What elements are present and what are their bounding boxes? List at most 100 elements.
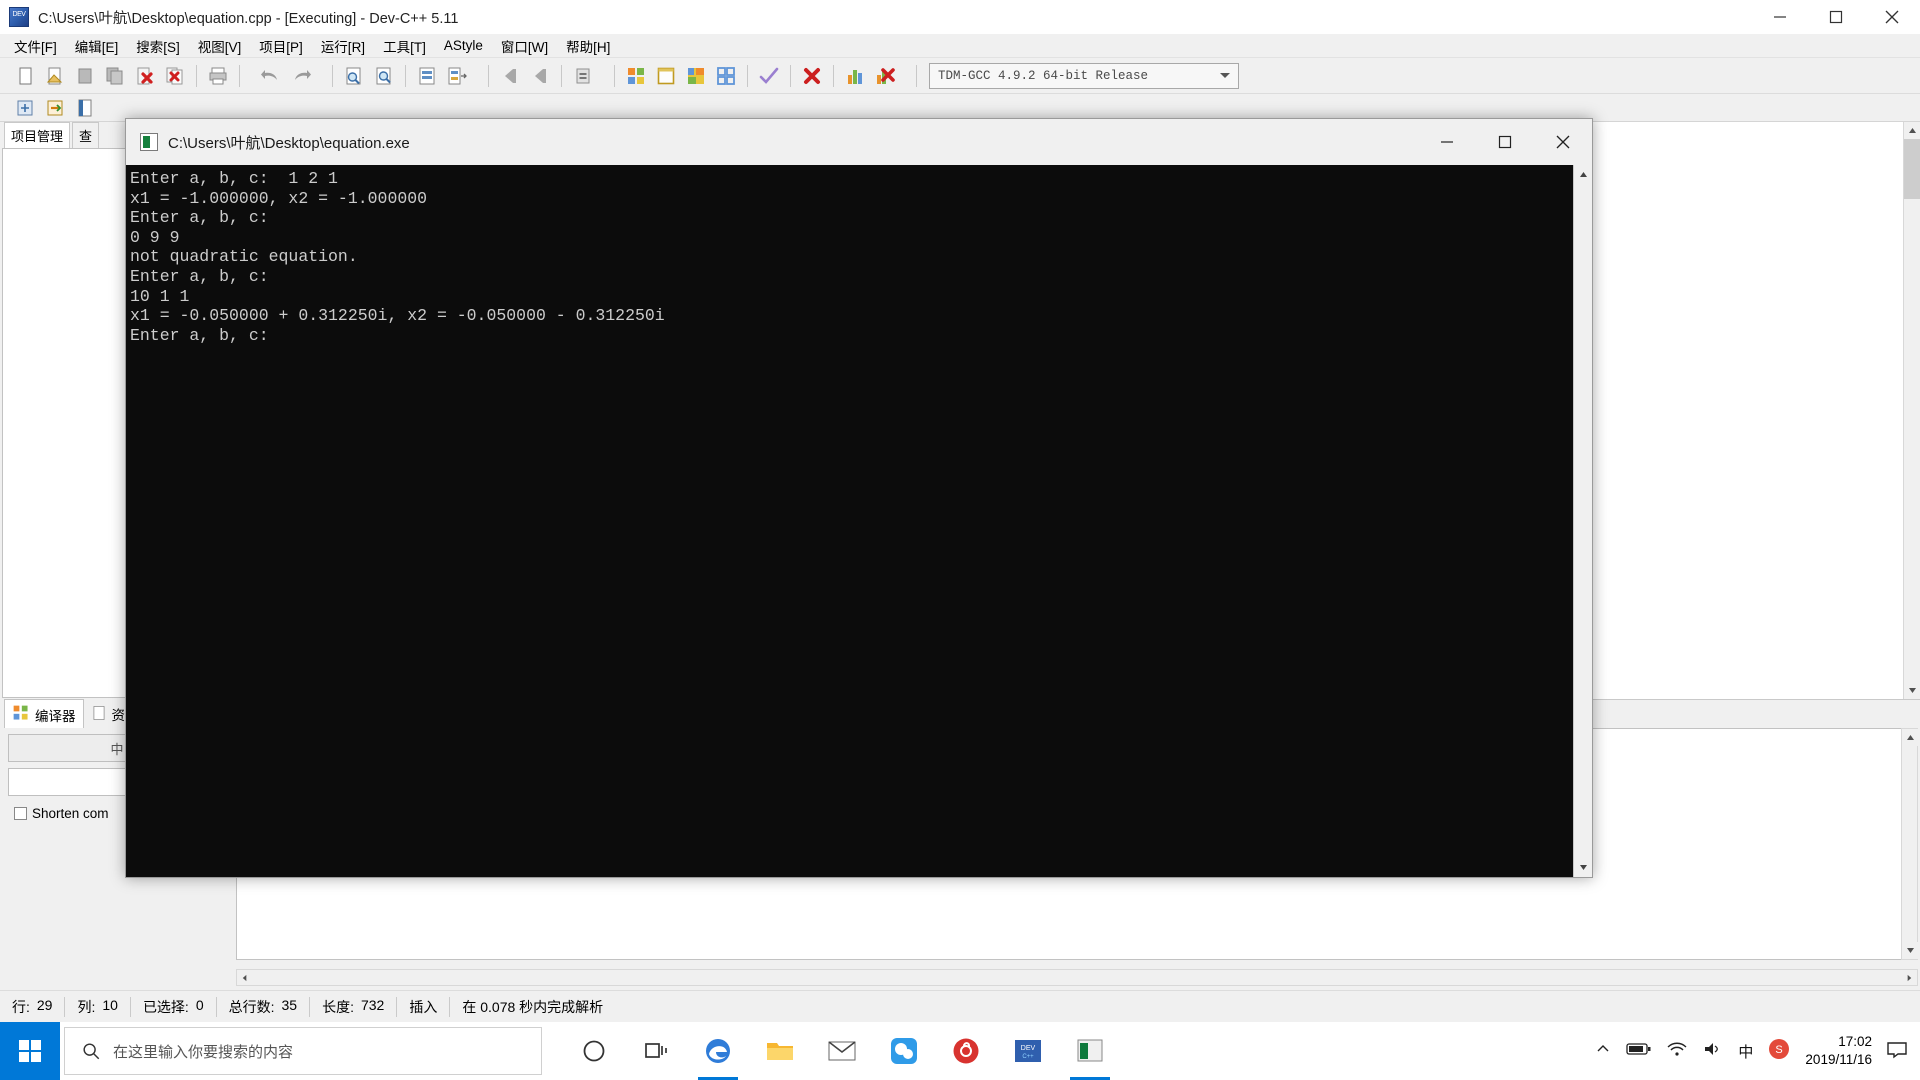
rebuild-all-icon[interactable] [712, 62, 740, 90]
scroll-left-arrow-icon[interactable] [237, 974, 253, 982]
find-next-icon[interactable] [370, 62, 398, 90]
tray-ime-indicator[interactable]: 中 [1738, 1041, 1753, 1062]
project-options-icon[interactable] [71, 94, 99, 122]
back-icon[interactable] [496, 62, 524, 90]
cortana-icon[interactable] [568, 1022, 620, 1080]
edge-icon[interactable] [692, 1022, 744, 1080]
scroll-up-arrow-icon[interactable] [1904, 122, 1920, 139]
report-vertical-scrollbar[interactable] [1901, 728, 1919, 960]
report-horizontal-scrollbar[interactable] [236, 969, 1918, 986]
compile-icon[interactable] [622, 62, 650, 90]
menu-file[interactable]: 文件[F] [5, 34, 66, 58]
menu-project[interactable]: 项目[P] [250, 34, 312, 58]
tray-network-icon[interactable] [1666, 1040, 1688, 1063]
scroll-right-arrow-icon[interactable] [1901, 974, 1917, 982]
netease-music-icon[interactable] [940, 1022, 992, 1080]
undo-icon[interactable] [257, 62, 285, 90]
chevron-down-icon [1220, 72, 1230, 78]
status-col-value: 10 [102, 996, 118, 1013]
tab-project-manager[interactable]: 项目管理 [4, 122, 71, 148]
status-selected: 已选择: 0 [131, 997, 216, 1017]
close-all-icon[interactable] [161, 62, 189, 90]
menu-tools[interactable]: 工具[T] [374, 34, 435, 58]
taskbar-search-box[interactable]: 在这里输入你要搜索的内容 [64, 1027, 542, 1075]
report-scroll-down-icon[interactable] [1902, 942, 1919, 959]
editor-scroll-thumb[interactable] [1904, 139, 1920, 199]
status-total-lines-label: 总行数: [228, 998, 275, 1015]
print-icon[interactable] [204, 62, 232, 90]
console-close-button[interactable] [1534, 119, 1592, 165]
status-length-label: 长度: [322, 998, 354, 1015]
tab-compiler[interactable]: 编译器 [4, 699, 84, 729]
run-icon[interactable] [652, 62, 680, 90]
checkbox-box[interactable] [14, 807, 27, 820]
goto-line-icon[interactable] [413, 62, 441, 90]
redo-icon[interactable] [287, 62, 315, 90]
status-parse-time: 在 0.078 秒内完成解析 [462, 998, 604, 1015]
menu-help[interactable]: 帮助[H] [557, 34, 619, 58]
dev-cpp-icon[interactable]: DEV C++ [1002, 1022, 1054, 1080]
menu-edit[interactable]: 编辑[E] [66, 34, 128, 58]
console-window[interactable]: C:\Users\叶航\Desktop\equation.exe Enter a… [125, 118, 1593, 878]
console-vertical-scrollbar[interactable] [1573, 165, 1592, 877]
menu-view[interactable]: 视图[V] [189, 34, 251, 58]
system-tray: 中 S 17:02 2019/11/16 [1594, 1033, 1920, 1069]
editor-vertical-scrollbar[interactable] [1903, 122, 1920, 699]
report-scroll-up-icon[interactable] [1902, 729, 1919, 746]
file-explorer-icon[interactable] [754, 1022, 806, 1080]
start-button[interactable] [0, 1022, 60, 1080]
menu-astyle[interactable]: AStyle [435, 36, 492, 55]
mail-icon[interactable] [816, 1022, 868, 1080]
maximize-button[interactable] [1808, 0, 1864, 34]
toggle-breakpoint-icon[interactable] [569, 62, 597, 90]
close-button[interactable] [1864, 0, 1920, 34]
shorten-compiler-paths-label: Shorten com [32, 806, 109, 821]
tab-resources-label: 资 [111, 708, 126, 723]
console-minimize-button[interactable] [1418, 119, 1476, 165]
tray-battery-icon[interactable] [1626, 1041, 1652, 1062]
forward-icon[interactable] [526, 62, 554, 90]
save-icon[interactable] [71, 62, 99, 90]
scroll-down-arrow-icon[interactable] [1904, 682, 1920, 699]
menu-run[interactable]: 运行[R] [312, 34, 374, 58]
minimize-button[interactable] [1752, 0, 1808, 34]
find-icon[interactable] [340, 62, 368, 90]
console-output-text: Enter a, b, c: 1 2 1 x1 = -1.000000, x2 … [130, 169, 665, 345]
console-scroll-track[interactable] [1574, 184, 1592, 858]
new-file-icon[interactable] [11, 62, 39, 90]
console-window-title: C:\Users\叶航\Desktop\equation.exe [168, 134, 410, 152]
status-selected-label: 已选择: [142, 998, 189, 1015]
stop-execution-icon[interactable] [798, 62, 826, 90]
tray-chevron-up-icon[interactable] [1594, 1040, 1612, 1063]
remove-from-project-icon[interactable] [41, 94, 69, 122]
resource-icon [91, 705, 107, 724]
menu-search[interactable]: 搜索[S] [127, 34, 189, 58]
menu-window[interactable]: 窗口[W] [492, 34, 557, 58]
dev-cpp-application-window: C:\Users\叶航\Desktop\equation.cpp - [Exec… [0, 0, 1920, 1080]
status-row-label: 行: [12, 998, 30, 1015]
tray-sogou-icon[interactable]: S [1767, 1037, 1791, 1066]
console-maximize-button[interactable] [1476, 119, 1534, 165]
wechat-icon[interactable] [878, 1022, 930, 1080]
action-center-icon[interactable] [1886, 1039, 1908, 1064]
save-all-icon[interactable] [101, 62, 129, 90]
open-file-icon[interactable] [41, 62, 69, 90]
tab-compiler-label: 编译器 [35, 708, 76, 724]
delete-profile-icon[interactable] [871, 62, 899, 90]
console-scroll-up-icon[interactable] [1574, 165, 1592, 184]
task-view-icon[interactable] [630, 1022, 682, 1080]
profile-icon[interactable] [841, 62, 869, 90]
console-title-bar: C:\Users\叶航\Desktop\equation.exe [126, 119, 1592, 165]
tray-volume-icon[interactable] [1702, 1040, 1724, 1063]
console-window-icon[interactable] [1064, 1022, 1116, 1080]
syntax-check-icon[interactable] [755, 62, 783, 90]
tab-browse[interactable]: 查 [72, 122, 100, 148]
compiler-select[interactable]: TDM-GCC 4.9.2 64-bit Release [929, 62, 1239, 89]
close-file-icon[interactable] [131, 62, 159, 90]
add-to-project-icon[interactable] [11, 94, 39, 122]
replace-icon[interactable] [443, 62, 471, 90]
compile-run-icon[interactable] [682, 62, 710, 90]
console-body[interactable]: Enter a, b, c: 1 2 1 x1 = -1.000000, x2 … [126, 165, 1592, 877]
console-scroll-down-icon[interactable] [1574, 858, 1592, 877]
taskbar-clock[interactable]: 17:02 2019/11/16 [1805, 1033, 1872, 1069]
